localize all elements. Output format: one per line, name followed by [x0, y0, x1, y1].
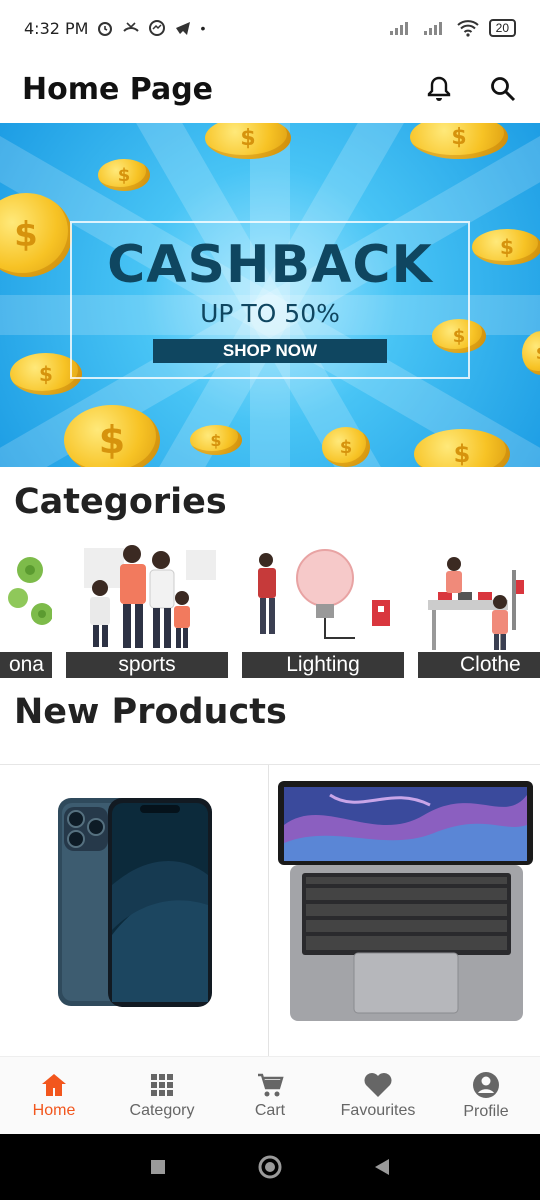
cart-icon	[258, 1073, 284, 1096]
grid-icon	[151, 1073, 173, 1096]
category-lighting[interactable]: Lighting	[242, 540, 404, 678]
new-products-title: New Products	[14, 692, 287, 732]
product-card-laptop[interactable]	[270, 765, 540, 1057]
nav-profile[interactable]: Profile	[432, 1057, 540, 1134]
coin-icon: $	[190, 425, 242, 455]
cashback-banner[interactable]: $ $ $ $ $ $ $ $ $ $ $ $ CASHBACK UP TO 5…	[0, 123, 540, 467]
clothes-shop-illustration	[428, 557, 524, 650]
heart-icon	[364, 1072, 392, 1097]
product-card-phone[interactable]	[0, 765, 269, 1057]
signal-icon	[389, 22, 408, 35]
system-navigation-bar	[0, 1134, 540, 1200]
bell-icon	[427, 76, 451, 101]
nav-favourites-label: Favourites	[340, 1101, 416, 1119]
nav-cart-label: Cart	[254, 1101, 286, 1119]
phone-image	[58, 798, 212, 1007]
telegram-icon	[176, 22, 191, 35]
battery-icon: 20	[488, 19, 516, 37]
signal-icon	[423, 22, 442, 35]
family-illustration	[84, 545, 216, 648]
categories-list[interactable]: ona sports Lighting Clothe	[0, 540, 540, 678]
nav-category[interactable]: Category	[108, 1057, 216, 1134]
shop-now-button[interactable]: SHOP NOW	[153, 339, 387, 363]
category-label: Clothe	[418, 652, 540, 678]
status-bar: 4:32 PM • 20	[0, 0, 540, 56]
category-corona[interactable]: ona	[0, 540, 52, 678]
notifications-button[interactable]	[424, 74, 454, 104]
home-system-icon[interactable]	[257, 1154, 283, 1180]
nav-home[interactable]: Home	[0, 1057, 108, 1134]
alarm-icon	[98, 22, 113, 36]
search-icon	[491, 77, 516, 102]
coin-icon: $	[322, 427, 370, 467]
banner-title: CASHBACK	[107, 235, 433, 295]
bulb-illustration	[258, 549, 390, 639]
nav-home-label: Home	[32, 1101, 76, 1119]
home-icon	[42, 1073, 66, 1096]
status-system-icons: 20	[389, 19, 516, 37]
category-label: Lighting	[242, 652, 404, 678]
dot-icon: •	[200, 20, 206, 36]
recents-icon[interactable]	[149, 1158, 167, 1176]
page-title: Home Page	[22, 71, 214, 107]
products-grid	[0, 764, 540, 1057]
nav-category-label: Category	[129, 1101, 195, 1119]
category-label: sports	[66, 652, 228, 678]
coin-icon: $	[98, 159, 150, 191]
status-notification-icons: •	[96, 19, 205, 37]
search-button[interactable]	[488, 74, 518, 104]
coin-icon: $	[522, 331, 540, 375]
category-sports[interactable]: sports	[66, 540, 228, 678]
messenger-icon	[149, 20, 166, 36]
bottom-navigation: Home Category Cart Favourites Profile	[0, 1056, 540, 1134]
banner-subtitle: UP TO 50%	[200, 299, 340, 328]
category-label: ona	[0, 652, 52, 678]
virus-illustration	[8, 557, 52, 625]
app-bar: Home Page	[0, 56, 540, 122]
nav-cart[interactable]: Cart	[216, 1057, 324, 1134]
category-clothe[interactable]: Clothe	[418, 540, 540, 678]
status-time: 4:32 PM	[24, 18, 89, 38]
laptop-image	[278, 781, 533, 1021]
wifi-icon	[456, 20, 479, 37]
categories-title: Categories	[14, 482, 227, 522]
coin-icon: $	[64, 405, 160, 467]
nav-favourites[interactable]: Favourites	[324, 1057, 432, 1134]
nav-profile-label: Profile	[463, 1102, 509, 1120]
missed-call-icon	[123, 22, 140, 32]
profile-icon	[473, 1071, 499, 1098]
coin-icon: $	[410, 123, 508, 159]
back-icon[interactable]	[373, 1157, 391, 1177]
